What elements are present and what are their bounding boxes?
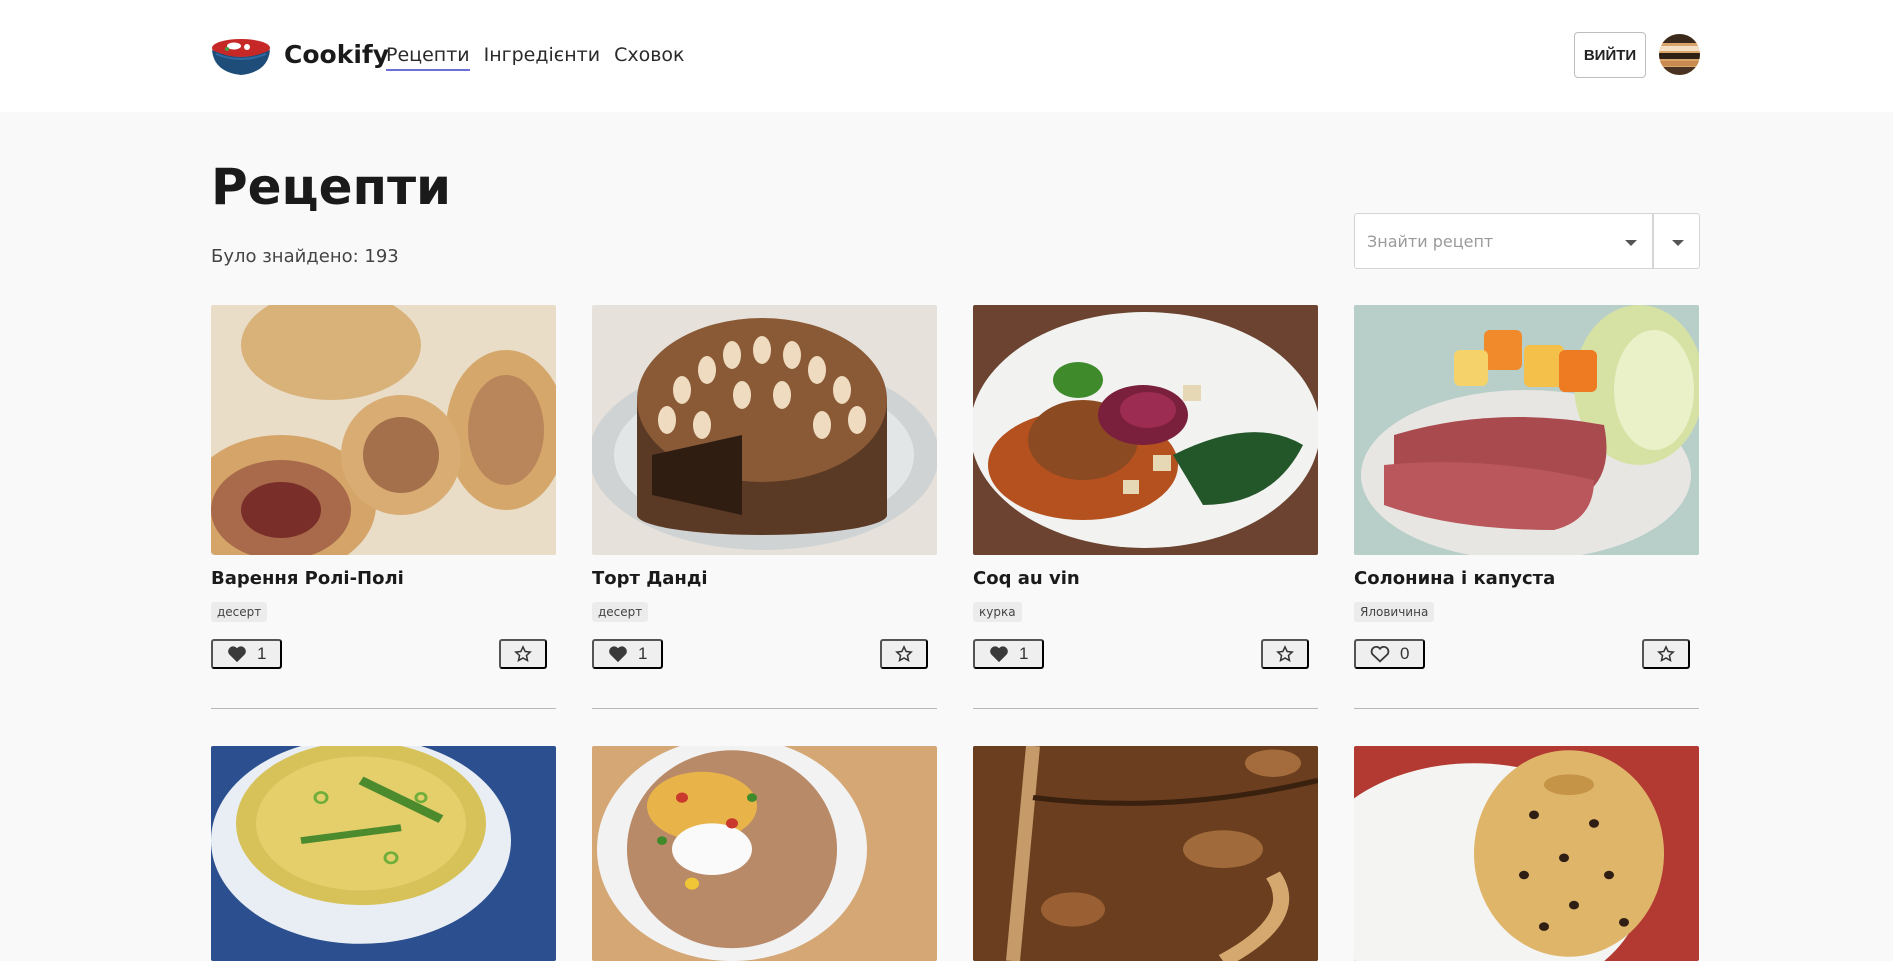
recipe-photo[interactable] — [973, 305, 1318, 555]
like-button[interactable]: 0 — [1354, 639, 1426, 669]
heart-outline-icon — [1370, 645, 1390, 663]
nav-link-storage[interactable]: Сховок — [614, 44, 684, 71]
chevron-down-icon[interactable] — [1625, 240, 1637, 246]
card-divider — [1354, 708, 1699, 709]
card-divider — [211, 708, 556, 709]
like-count: 0 — [1400, 644, 1410, 663]
recipe-title[interactable]: Coq au vin — [973, 568, 1080, 589]
recipe-photo[interactable] — [592, 305, 937, 555]
heart-filled-icon — [609, 646, 627, 663]
star-outline-icon — [1657, 645, 1675, 662]
category-tag[interactable]: десерт — [211, 602, 268, 622]
nav-link-recipes[interactable]: Рецепти — [386, 44, 470, 71]
like-button[interactable]: 1 — [973, 639, 1045, 669]
star-outline-icon — [514, 645, 532, 662]
recipe-photo[interactable] — [211, 305, 556, 555]
favorite-button[interactable] — [1261, 639, 1309, 669]
category-tag[interactable]: Яловичина — [1354, 602, 1435, 622]
recipe-photo[interactable] — [592, 746, 937, 961]
favorite-button[interactable] — [1642, 639, 1690, 669]
category-tag[interactable]: курка — [973, 602, 1022, 622]
heart-filled-icon — [990, 646, 1008, 663]
recipe-photo[interactable] — [973, 746, 1318, 961]
recipe-photo[interactable] — [1354, 305, 1699, 555]
like-button[interactable]: 1 — [211, 639, 283, 669]
recipe-photo[interactable] — [211, 746, 556, 961]
star-outline-icon — [1276, 645, 1294, 662]
recipe-search-select[interactable] — [1354, 213, 1653, 269]
search-input[interactable] — [1367, 214, 1607, 268]
favorite-button[interactable] — [880, 639, 928, 669]
star-outline-icon — [895, 645, 913, 662]
nav-link-ingredients[interactable]: Інгредієнти — [484, 44, 600, 71]
page-title: Рецепти — [211, 158, 452, 216]
top-navbar: Cookify Рецепти Інгредієнти Сховок ВИЙТИ — [0, 0, 1893, 112]
favorite-button[interactable] — [499, 639, 547, 669]
heart-filled-icon — [228, 646, 246, 663]
results-count: Було знайдено: 193 — [211, 246, 399, 267]
recipe-title[interactable]: Солонина і капуста — [1354, 568, 1555, 589]
card-divider — [592, 708, 937, 709]
logout-button[interactable]: ВИЙТИ — [1574, 32, 1646, 78]
recipe-photo[interactable] — [1354, 746, 1699, 961]
like-count: 1 — [638, 644, 648, 663]
like-button[interactable]: 1 — [592, 639, 664, 669]
category-tag[interactable]: десерт — [592, 602, 649, 622]
card-divider — [973, 708, 1318, 709]
soup-bowl-logo-icon[interactable] — [210, 34, 272, 76]
main-nav: Рецепти Інгредієнти Сховок — [386, 44, 685, 71]
filter-dropdown-button[interactable] — [1653, 213, 1700, 269]
like-count: 1 — [257, 644, 267, 663]
recipe-title[interactable]: Варення Ролі-Полі — [211, 568, 404, 589]
brand-name[interactable]: Cookify — [284, 40, 389, 69]
like-count: 1 — [1019, 644, 1029, 663]
chevron-down-icon — [1672, 240, 1684, 246]
recipe-title[interactable]: Торт Данді — [592, 568, 708, 589]
user-avatar[interactable] — [1659, 34, 1700, 75]
